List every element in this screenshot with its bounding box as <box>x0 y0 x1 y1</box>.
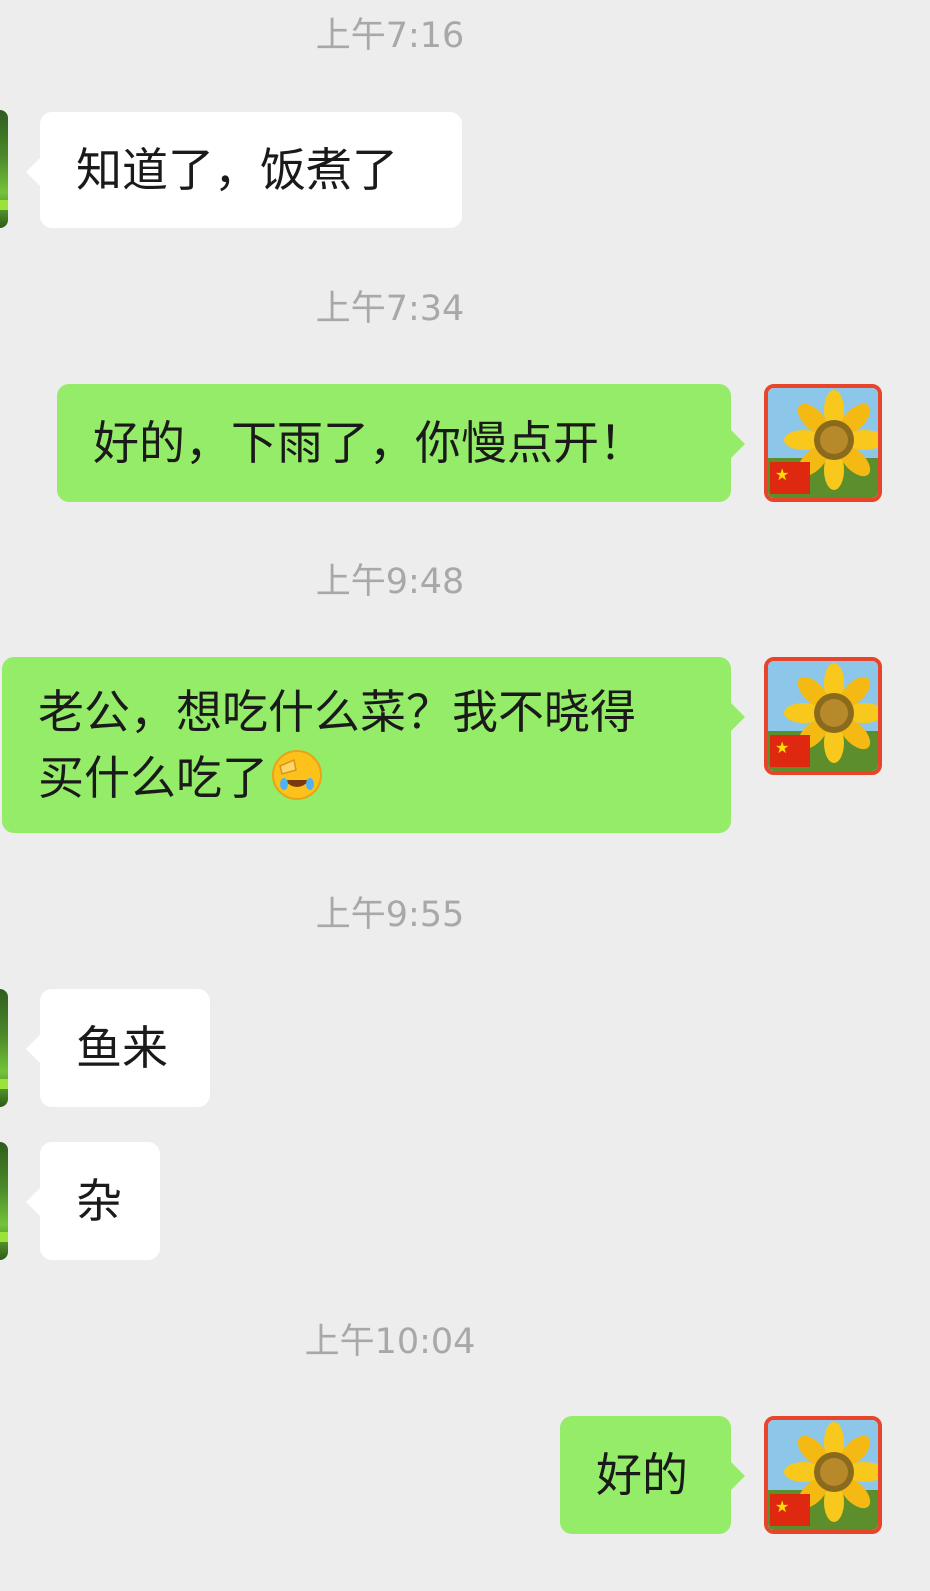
message-text: 知道了，饭煮了 <box>76 143 398 197</box>
self-avatar[interactable]: ★ <box>764 657 882 775</box>
chat-message-list[interactable]: 上午7:16 知道了，饭煮了 上午7:34 好的，下雨了，你慢点开！ ★ 上午9… <box>0 0 930 1591</box>
outgoing-message-bubble[interactable]: 老公，想吃什么菜？我不晓得 买什么吃了 <box>2 657 745 833</box>
message-text: 鱼来 <box>76 1021 168 1075</box>
message-text: 杂 <box>76 1174 122 1228</box>
message-text: 买什么吃了 <box>38 751 268 805</box>
timestamp: 上午9:55 <box>315 895 465 935</box>
contact-avatar[interactable] <box>0 110 8 228</box>
message-text: 好的，下雨了，你慢点开！ <box>93 416 645 470</box>
face-palm-emoji-icon <box>270 748 324 819</box>
timestamp: 上午10:04 <box>304 1322 476 1362</box>
outgoing-message-bubble[interactable]: 好的 <box>560 1416 745 1534</box>
incoming-message-bubble[interactable]: 杂 <box>26 1142 160 1260</box>
svg-text:★: ★ <box>775 465 789 484</box>
incoming-message-bubble[interactable]: 鱼来 <box>26 989 210 1107</box>
timestamp: 上午7:34 <box>315 289 465 329</box>
svg-text:★: ★ <box>775 1497 789 1516</box>
self-avatar[interactable]: ★ <box>764 1416 882 1534</box>
self-avatar[interactable]: ★ <box>764 384 882 502</box>
sunflower-icon: ★ <box>768 1420 878 1530</box>
timestamp: 上午9:48 <box>315 562 465 602</box>
message-text: 好的 <box>596 1448 688 1502</box>
timestamp: 上午7:16 <box>315 16 465 56</box>
message-text-line: 老公，想吃什么菜？我不晓得 <box>38 685 636 739</box>
contact-avatar[interactable] <box>0 989 8 1107</box>
sunflower-icon: ★ <box>768 661 878 771</box>
svg-text:★: ★ <box>775 738 789 757</box>
sunflower-icon: ★ <box>768 388 878 498</box>
outgoing-message-bubble[interactable]: 好的，下雨了，你慢点开！ <box>57 384 745 502</box>
contact-avatar[interactable] <box>0 1142 8 1260</box>
incoming-message-bubble[interactable]: 知道了，饭煮了 <box>26 112 462 228</box>
message-text-line: 买什么吃了 <box>38 745 731 819</box>
